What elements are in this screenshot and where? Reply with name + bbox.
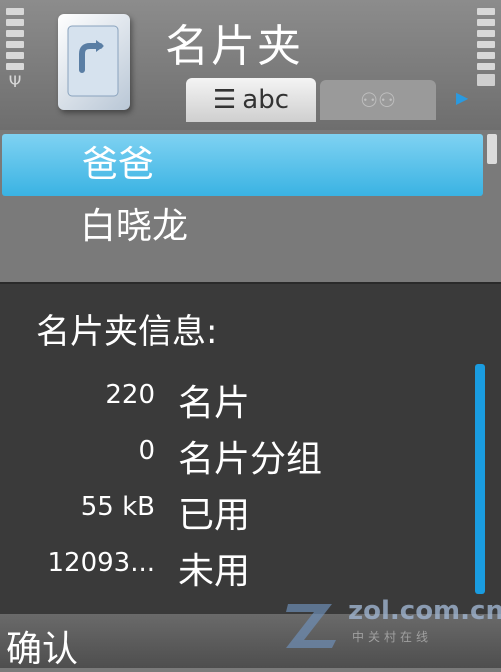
info-value: 220 [105,380,155,410]
info-label: 名片 [178,383,251,424]
zol-logo-icon [286,604,336,648]
contacts-app-icon [58,14,130,110]
watermark: zol.com.cn 中关村在线 [282,596,501,656]
contact-list: 爸爸 白晓龙 [0,134,501,284]
info-label: 未用 [178,551,251,592]
info-value: 12093... [47,548,155,578]
tab-alphabetical[interactable]: ☰ abc [186,78,316,122]
tab-next-arrow-icon[interactable]: ▶ [456,88,468,107]
list-item[interactable]: 爸爸 [2,134,483,196]
popup-title: 名片夹信息: [36,312,218,352]
list-item[interactable]: 白晓龙 [0,196,501,258]
info-label: 已用 [178,495,251,536]
group-icon: ⚇⚇ [360,88,396,112]
info-value: 55 kB [80,492,155,522]
list-scrollbar[interactable] [487,134,497,164]
watermark-subtext: 中关村在线 [352,630,433,644]
tab-groups[interactable]: ⚇⚇ [320,80,436,120]
watermark-text: zol.com.cn [348,596,501,626]
battery-indicator [477,8,495,90]
info-row: 0 名片分组 [0,428,440,480]
popup-scrollbar[interactable] [475,364,485,594]
info-label: 名片分组 [178,439,323,480]
signal-strength-indicator: Ψ [6,8,24,90]
list-icon: ☰ [212,85,237,115]
confirm-softkey[interactable]: 确认 [6,620,78,672]
info-row: 12093... 未用 [0,540,440,592]
tab-alphabetical-label: abc [242,85,290,115]
info-row: 220 名片 [0,372,440,424]
status-header: Ψ 名片夹 ☰ abc ⚇⚇ ▶ [0,0,501,130]
info-value: 0 [138,436,155,466]
page-title: 名片夹 [165,21,303,72]
antenna-icon: Ψ [8,72,22,91]
contacts-info-popup: 名片夹信息: 220 名片 0 名片分组 55 kB 已用 12093... 未… [0,282,501,616]
info-row: 55 kB 已用 [0,484,440,536]
